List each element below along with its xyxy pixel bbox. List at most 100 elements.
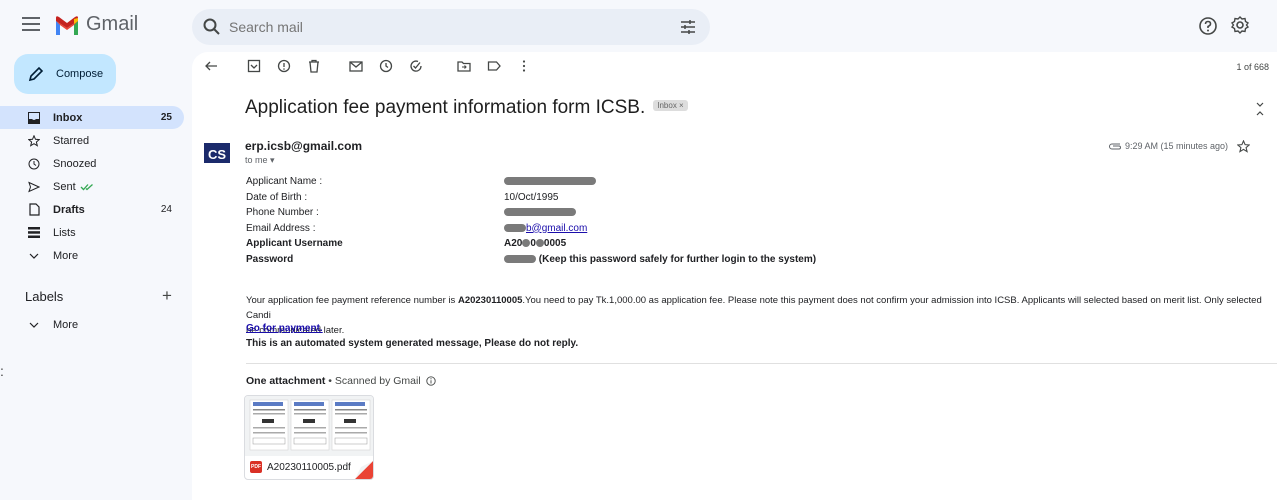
sidebar-item-label: More	[53, 249, 79, 262]
sidebar-item-sent[interactable]: Sent	[0, 175, 184, 198]
payment-link[interactable]: Go for payment.	[246, 323, 323, 334]
sidebar-item-more[interactable]: More	[0, 244, 184, 267]
attachment-card[interactable]: PDF A20230110005.pdf	[244, 395, 374, 480]
field-row: Applicant Name :	[246, 176, 946, 192]
reference-number: A20230110005	[457, 295, 523, 306]
field-row: Applicant Username A20 0 0005	[246, 238, 946, 254]
file-icon	[27, 203, 41, 217]
labels-more-label: More	[53, 318, 79, 331]
field-value: 10/Oct/1995	[504, 191, 559, 203]
sender-email[interactable]: erp.icsb@gmail.com	[245, 139, 362, 153]
pdf-file-icon: PDF	[250, 461, 262, 473]
recipient-dropdown[interactable]: to me ▾	[245, 155, 275, 166]
clock-icon	[27, 157, 41, 171]
labels-heading: Labels	[25, 289, 64, 304]
star-icon[interactable]	[1237, 140, 1250, 153]
info-icon[interactable]	[425, 376, 436, 386]
username-value: A20 0 0005	[504, 238, 566, 249]
pencil-icon	[28, 66, 44, 82]
username-part: 0005	[543, 238, 567, 249]
compose-label: Compose	[56, 68, 104, 80]
compose-button[interactable]: Compose	[14, 54, 116, 94]
sidebar-item-lists[interactable]: Lists	[0, 221, 184, 244]
scanned-note: • Scanned by Gmail	[325, 375, 421, 387]
snooze-icon[interactable]	[379, 59, 393, 73]
more-options-icon[interactable]	[517, 59, 531, 73]
report-spam-icon[interactable]	[277, 59, 291, 73]
email-value: b@gmail.com	[504, 223, 587, 234]
double-check-icon	[80, 183, 93, 190]
back-arrow-icon[interactable]	[204, 59, 218, 73]
sidebar-item-label: Starred	[53, 134, 90, 147]
para-text: Your application fee payment reference n…	[246, 295, 458, 306]
delete-icon[interactable]	[307, 59, 321, 73]
mark-unread-icon[interactable]	[349, 59, 363, 73]
labels-more: More	[0, 313, 184, 336]
sidebar-item-inbox[interactable]: Inbox 25	[0, 106, 184, 129]
field-label: Phone Number :	[246, 207, 319, 218]
field-label: Applicant Name :	[246, 176, 323, 187]
email-timestamp: 9:29 AM (15 minutes ago)	[1125, 141, 1229, 151]
sidebar-item-drafts[interactable]: Drafts 24	[0, 198, 184, 221]
sidebar-item-label: Lists	[53, 226, 76, 239]
attachment-clip-icon	[1109, 143, 1121, 150]
redacted-phone	[504, 207, 576, 218]
search-options-icon[interactable]	[680, 19, 696, 35]
archive-icon[interactable]	[247, 59, 261, 73]
pagination-count: 1 of 668	[1236, 62, 1269, 72]
field-row: Date of Birth : 10/Oct/1995	[246, 192, 946, 208]
send-icon	[27, 180, 41, 194]
svg-text:CS: CS	[208, 147, 226, 162]
search-icon[interactable]	[203, 18, 221, 36]
sidebar-item-label: Sent	[53, 180, 76, 193]
field-label: Email Address :	[246, 222, 316, 234]
message-toolbar: 1 of 668	[192, 52, 1277, 82]
top-bar: Gmail	[0, 0, 1277, 52]
star-icon	[27, 134, 41, 148]
attachment-filename: A20230110005.pdf	[267, 461, 351, 473]
pdf-thumbnail	[245, 396, 373, 456]
search-input[interactable]	[229, 19, 649, 35]
inbox-icon	[27, 111, 41, 125]
page-fold-icon	[355, 461, 373, 479]
create-label-button[interactable]: +	[162, 286, 172, 306]
main-menu-icon[interactable]	[22, 15, 44, 35]
email-subject: Application fee payment information form…	[245, 97, 688, 119]
divider	[246, 363, 1277, 364]
labels-more-item[interactable]: More	[0, 313, 184, 336]
search-bar[interactable]	[192, 9, 710, 45]
application-details: Applicant Name : Date of Birth : 10/Oct/…	[246, 176, 946, 269]
attachment-name: PDF A20230110005.pdf	[250, 461, 351, 473]
sidebar-item-starred[interactable]: Starred	[0, 129, 184, 152]
move-to-icon[interactable]	[457, 59, 471, 73]
password-note: (Keep this password safely for further l…	[538, 253, 817, 265]
sidebar-item-snoozed[interactable]: Snoozed	[0, 152, 184, 175]
attachments-title: One attachment	[246, 375, 326, 387]
redacted-name	[504, 176, 596, 187]
collapse-icon[interactable]	[1255, 102, 1265, 116]
password-value: (Keep this password safely for further l…	[504, 254, 816, 265]
sidebar-item-label: Inbox	[53, 111, 83, 124]
field-row: Phone Number :	[246, 207, 946, 223]
chevron-down-icon	[27, 249, 41, 263]
field-label: Applicant Username	[246, 238, 343, 249]
help-icon[interactable]	[1198, 16, 1218, 36]
add-task-icon[interactable]	[409, 59, 423, 73]
settings-gear-icon[interactable]	[1230, 15, 1250, 35]
inbox-count: 25	[160, 112, 172, 123]
inbox-label-chip[interactable]: Inbox ×	[653, 100, 688, 112]
field-row: Password (Keep this password safely for …	[246, 254, 946, 270]
message-view: 1 of 668 Application fee payment informa…	[192, 52, 1277, 500]
field-row: Email Address : b@gmail.com	[246, 223, 946, 239]
attachments-heading: One attachment • Scanned by Gmail	[246, 375, 436, 387]
payment-paragraph: Your application fee payment reference n…	[246, 293, 1277, 338]
chevron-down-icon	[27, 318, 41, 332]
field-label: Password	[246, 253, 294, 265]
edge-fragment: :	[0, 363, 4, 379]
username-part: A20	[504, 238, 523, 249]
email-address-link[interactable]: b@gmail.com	[526, 223, 587, 234]
gmail-logo[interactable]: Gmail	[54, 13, 138, 36]
list-icon	[27, 226, 41, 240]
label-icon[interactable]	[487, 59, 501, 73]
app-name: Gmail	[86, 13, 139, 35]
